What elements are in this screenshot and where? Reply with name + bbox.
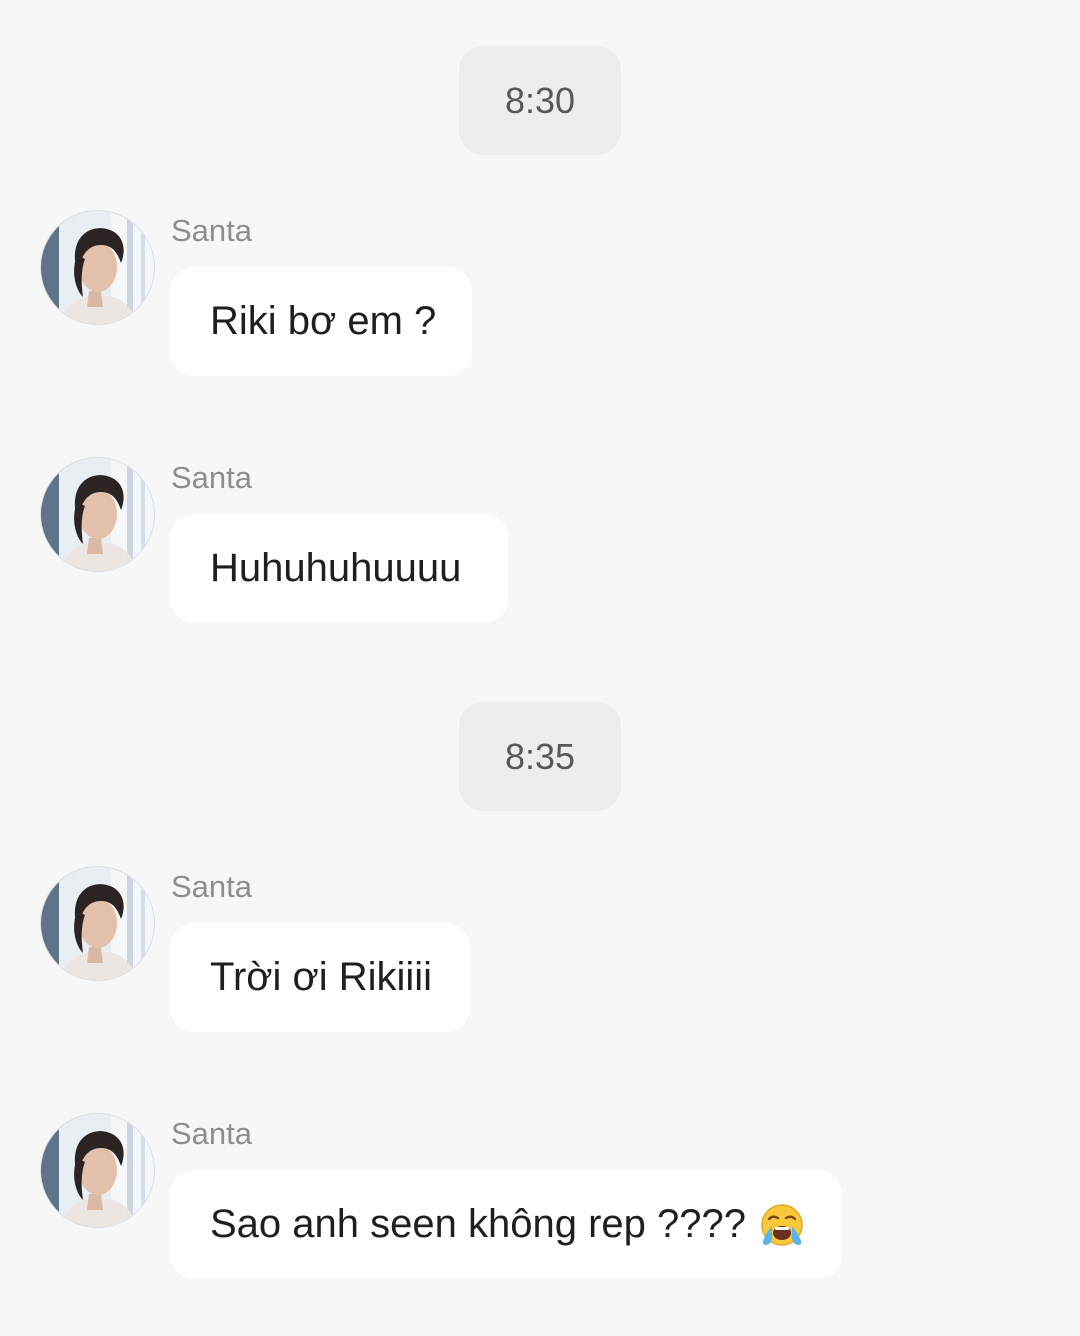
message-bubble[interactable]: Huhuhuhuuuu bbox=[170, 514, 508, 623]
sender-name: Santa bbox=[171, 213, 253, 248]
message-row: Santa Huhuhuhuuuu bbox=[40, 457, 1040, 627]
avatar[interactable] bbox=[40, 457, 155, 572]
message-row: Santa Trời ơi Rikiiii bbox=[40, 866, 1040, 1036]
timestamp-text: 8:30 bbox=[504, 79, 576, 121]
avatar[interactable] bbox=[40, 210, 155, 325]
avatar[interactable] bbox=[40, 866, 155, 981]
message-row: Santa Riki bơ em ? bbox=[40, 210, 1040, 380]
message-text: Huhuhuhuuuu bbox=[210, 546, 462, 590]
avatar[interactable] bbox=[40, 1113, 155, 1228]
message-bubble[interactable]: Riki bơ em ? bbox=[170, 267, 472, 376]
timestamp-divider: 8:35 bbox=[459, 702, 621, 811]
message-text: Riki bơ em ? bbox=[210, 299, 437, 343]
sender-name: Santa bbox=[171, 869, 253, 904]
message-text: Sao anh seen không rep ???? bbox=[210, 1202, 746, 1246]
timestamp-divider: 8:30 bbox=[459, 46, 621, 155]
sender-name: Santa bbox=[171, 460, 253, 495]
timestamp-text: 8:35 bbox=[504, 735, 576, 777]
message-bubble[interactable]: Trời ơi Rikiiii bbox=[170, 923, 470, 1032]
loudly-crying-face-icon bbox=[760, 1203, 804, 1247]
message-row: Santa Sao anh seen không rep ???? bbox=[40, 1113, 1040, 1283]
sender-name: Santa bbox=[171, 1116, 253, 1151]
message-text: Trời ơi Rikiiii bbox=[210, 955, 433, 999]
message-bubble[interactable]: Sao anh seen không rep ???? bbox=[170, 1170, 842, 1279]
